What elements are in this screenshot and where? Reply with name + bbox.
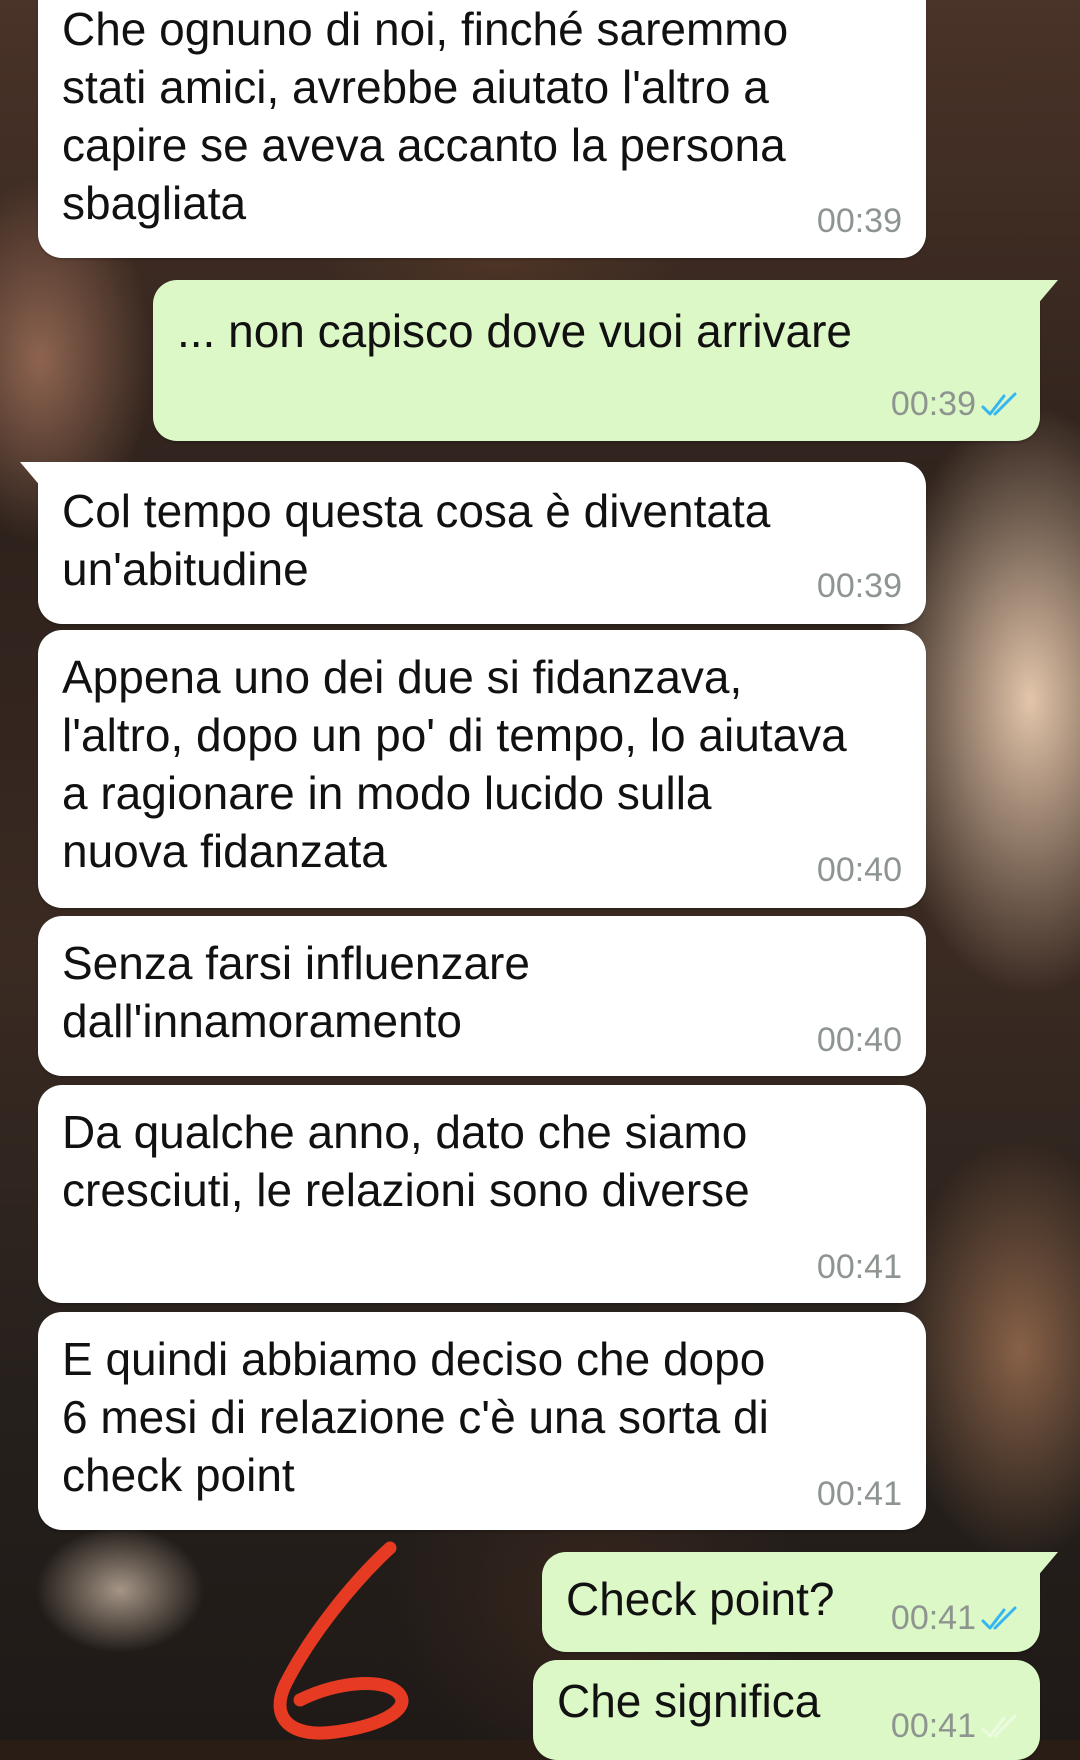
handwritten-six-annotation (273, 1541, 409, 1740)
message-text: ... non capisco dove vuoi arrivare (177, 305, 853, 357)
message-text: Appena uno dei due si fidanzava, l'altro… (62, 651, 847, 877)
message-time: 00:40 (816, 851, 902, 889)
double-check-read-icon (981, 392, 1017, 416)
outgoing-message[interactable]: Che significa 00:41 (533, 1660, 1040, 1760)
message-text: Col tempo questa cosa è diventata un'abi… (62, 485, 771, 595)
conversation[interactable]: Che ognuno di noi, finché saremmo stati … (0, 0, 1080, 1760)
bubble-tail (1036, 280, 1058, 306)
incoming-message[interactable]: Senza farsi influenzare dall'innamoramen… (38, 916, 926, 1076)
message-text: Che ognuno di noi, finché saremmo stati … (62, 3, 789, 229)
outgoing-message[interactable]: ... non capisco dove vuoi arrivare 00:39 (153, 280, 1058, 441)
message-time: 00:39 (890, 385, 976, 423)
incoming-message[interactable]: Col tempo questa cosa è diventata un'abi… (20, 462, 926, 624)
double-check-read-icon (981, 1606, 1017, 1630)
message-time: 00:40 (816, 1021, 902, 1059)
message-time: 00:41 (890, 1599, 976, 1637)
message-text: Da qualche anno, dato che siamo cresciut… (62, 1106, 750, 1216)
message-time: 00:41 (890, 1707, 976, 1745)
message-time: 00:41 (816, 1248, 902, 1286)
message-time: 00:39 (816, 202, 902, 240)
message-time: 00:41 (816, 1475, 902, 1513)
bubble-tail (1036, 1552, 1058, 1578)
incoming-message[interactable]: Da qualche anno, dato che siamo cresciut… (38, 1085, 926, 1303)
message-text: E quindi abbiamo deciso che dopo 6 mesi … (62, 1333, 769, 1501)
incoming-message[interactable]: Che ognuno di noi, finché saremmo stati … (38, 0, 926, 258)
message-text: Senza farsi influenzare dall'innamoramen… (62, 937, 530, 1047)
bubble-tail (20, 462, 42, 488)
message-time: 00:39 (816, 567, 902, 605)
double-check-read-icon (981, 1714, 1017, 1738)
incoming-message[interactable]: E quindi abbiamo deciso che dopo 6 mesi … (38, 1312, 926, 1530)
incoming-message[interactable]: Appena uno dei due si fidanzava, l'altro… (38, 630, 926, 908)
outgoing-message[interactable]: Check point? 00:41 (542, 1552, 1058, 1652)
